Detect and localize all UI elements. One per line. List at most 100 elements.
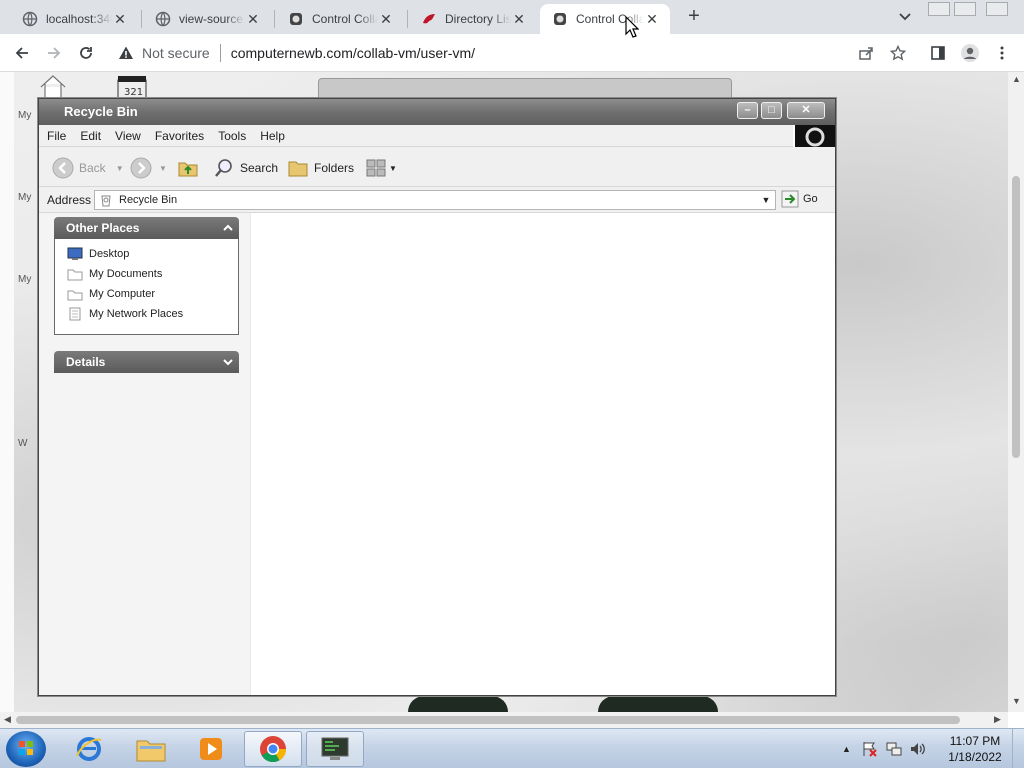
views-toolbar-button[interactable]: ▼ — [365, 156, 397, 180]
start-button[interactable] — [6, 731, 46, 767]
close-tab-icon[interactable]: ✕ — [378, 11, 394, 27]
close-tab-icon[interactable]: ✕ — [112, 11, 128, 27]
expand-icon[interactable] — [220, 354, 236, 370]
chrome-icon — [260, 736, 287, 763]
place-my-documents[interactable]: My Documents — [67, 267, 162, 281]
vm-screen[interactable]: 321 My My My W Recycle Bin – □ ✕ File Ed… — [0, 72, 1008, 712]
browser-tab-3[interactable]: Control Colla ✕ — [276, 4, 404, 34]
up-folder-button[interactable] — [177, 156, 199, 180]
show-hidden-icons-icon[interactable]: ▲ — [842, 744, 851, 754]
browser-tab-5[interactable]: Control Colla ✕ — [540, 4, 670, 34]
taskbar-file-explorer[interactable] — [122, 731, 180, 767]
browser-tab-4[interactable]: Directory Lis ✕ — [409, 4, 537, 34]
place-desktop[interactable]: Desktop — [67, 247, 129, 261]
bookmark-button[interactable] — [886, 41, 910, 65]
close-tab-icon[interactable]: ✕ — [511, 11, 527, 27]
scroll-down-icon[interactable]: ▼ — [1012, 696, 1021, 706]
page-vertical-scrollbar[interactable]: ▲ ▼ — [1008, 72, 1024, 712]
taskbar-vm-app[interactable] — [306, 731, 364, 767]
scroll-up-icon[interactable]: ▲ — [1012, 74, 1021, 84]
mouse-cursor-icon — [625, 16, 639, 38]
window-close-button[interactable] — [986, 2, 1008, 16]
folder-view[interactable]: Other Places Desktop My Documents My Com… — [39, 213, 835, 695]
tab-title: Control Colla — [312, 12, 378, 26]
forward-button[interactable] — [42, 41, 66, 65]
minimize-button[interactable]: – — [737, 102, 758, 119]
desktop-icon-label[interactable]: My — [18, 192, 31, 203]
window-title-bar[interactable]: Recycle Bin – □ ✕ — [39, 99, 835, 125]
monitor-icon — [321, 737, 349, 760]
warning-icon[interactable] — [118, 45, 134, 61]
place-my-computer[interactable]: My Computer — [67, 287, 155, 301]
folders-toolbar-button[interactable]: Folders — [287, 156, 354, 180]
globe-icon — [22, 11, 38, 27]
details-header[interactable]: Details — [54, 351, 239, 373]
wallpaper-detail — [598, 696, 718, 712]
scroll-thumb[interactable] — [1012, 176, 1020, 458]
search-toolbar-button[interactable]: Search — [213, 156, 278, 180]
profile-button[interactable] — [958, 41, 982, 65]
new-tab-button[interactable]: + — [683, 6, 705, 28]
menu-help[interactable]: Help — [260, 129, 285, 143]
maximize-button[interactable]: □ — [761, 102, 782, 119]
place-my-network-places[interactable]: My Network Places — [67, 307, 183, 321]
share-button[interactable] — [854, 41, 878, 65]
media-player-icon[interactable]: 321 — [116, 74, 148, 100]
forward-arrow-icon — [130, 157, 152, 179]
desktop-icon-label[interactable]: My — [18, 110, 31, 121]
folder-icon — [288, 161, 308, 177]
taskbar-chrome[interactable] — [244, 731, 302, 767]
share-icon — [859, 47, 873, 60]
clock[interactable]: 11:07 PM 1/18/2022 — [940, 733, 1010, 765]
close-button[interactable]: ✕ — [787, 102, 825, 119]
taskbar-internet-explorer[interactable] — [60, 731, 118, 767]
url-text[interactable]: computernewb.com/collab-vm/user-vm/ — [231, 45, 475, 61]
window-restore-button[interactable] — [954, 2, 976, 16]
reload-button[interactable] — [74, 41, 98, 65]
scroll-right-icon[interactable]: ▶ — [994, 714, 1001, 725]
chevron-down-icon[interactable]: ▼ — [759, 193, 773, 207]
menu-edit[interactable]: Edit — [80, 129, 101, 143]
browser-menu-button[interactable] — [990, 41, 1014, 65]
collapse-icon[interactable] — [220, 220, 236, 236]
address-input[interactable]: Recycle Bin ▼ — [94, 190, 776, 210]
system-tray: ▲ — [842, 731, 927, 767]
address-bar[interactable]: Not secure computernewb.com/collab-vm/us… — [108, 38, 928, 68]
chevron-down-icon[interactable]: ▼ — [116, 164, 124, 173]
menu-view[interactable]: View — [115, 129, 141, 143]
tab-separator — [274, 10, 275, 28]
desktop-icon-label[interactable]: W — [18, 438, 27, 449]
security-status[interactable]: Not secure — [142, 45, 210, 61]
other-places-header[interactable]: Other Places — [54, 217, 239, 239]
forward-toolbar-button[interactable]: ▼ — [129, 156, 167, 180]
browser-tab-2[interactable]: view-source: ✕ — [143, 4, 271, 34]
chevron-down-icon[interactable]: ▼ — [159, 164, 167, 173]
back-button[interactable] — [10, 41, 34, 65]
page-horizontal-scrollbar[interactable]: ◀ ▶ — [0, 712, 1008, 728]
menu-tools[interactable]: Tools — [218, 129, 246, 143]
internet-explorer-icon — [76, 737, 102, 761]
close-tab-icon[interactable]: ✕ — [644, 11, 660, 27]
browser-tab-1[interactable]: localhost:340 ✕ — [10, 4, 138, 34]
close-tab-icon[interactable]: ✕ — [245, 11, 261, 27]
desktop-icon-label[interactable]: My — [18, 274, 31, 285]
scroll-left-icon[interactable]: ◀ — [4, 714, 11, 725]
recycle-bin-window[interactable]: Recycle Bin – □ ✕ File Edit View Favorit… — [38, 98, 836, 696]
side-panel-button[interactable] — [926, 41, 950, 65]
windows-logo — [795, 125, 835, 149]
show-desktop-button[interactable] — [1012, 729, 1024, 768]
scroll-thumb[interactable] — [16, 716, 960, 724]
tab-search-icon[interactable] — [896, 9, 914, 25]
window-minimize-button[interactable] — [928, 2, 950, 16]
volume-icon[interactable] — [909, 740, 927, 758]
menu-favorites[interactable]: Favorites — [155, 129, 204, 143]
back-toolbar-button[interactable]: Back ▼ — [51, 156, 124, 180]
views-icon — [366, 159, 386, 177]
home-icon[interactable] — [38, 74, 68, 100]
taskbar-media-player[interactable] — [182, 731, 240, 767]
action-center-flag-icon[interactable] — [861, 740, 879, 758]
go-button[interactable]: Go — [781, 190, 818, 208]
menu-file[interactable]: File — [47, 129, 66, 143]
address-label: Address — [47, 193, 92, 207]
network-icon[interactable] — [885, 740, 903, 758]
